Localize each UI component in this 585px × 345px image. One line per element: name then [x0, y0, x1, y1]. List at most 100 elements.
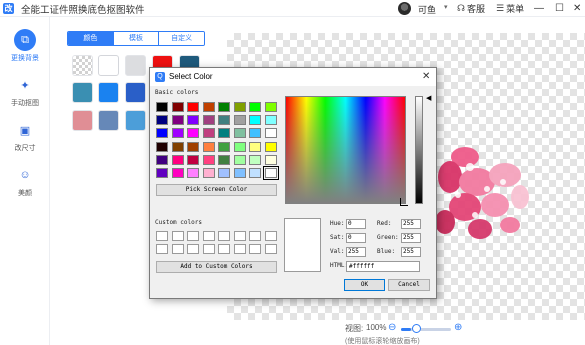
hue-input[interactable]: 0 — [346, 219, 366, 229]
chevron-down-icon[interactable]: ▾ — [444, 3, 448, 11]
color-swatch[interactable] — [125, 82, 146, 103]
basic-color-cell[interactable] — [187, 102, 199, 112]
basic-color-cell[interactable] — [233, 102, 246, 112]
basic-color-cell[interactable] — [218, 141, 230, 152]
basic-color-cell[interactable] — [249, 115, 261, 126]
basic-color-cell[interactable] — [202, 168, 215, 178]
zoom-in-icon[interactable]: ⊕ — [454, 322, 462, 333]
sidebar-item-beauty[interactable]: ☺ 美颜 — [0, 164, 50, 204]
close-icon[interactable]: ✕ — [422, 71, 430, 82]
basic-color-cell[interactable] — [264, 154, 277, 165]
basic-color-cell[interactable] — [156, 154, 168, 165]
color-swatch[interactable] — [98, 55, 119, 76]
basic-color-cell[interactable] — [202, 154, 215, 165]
basic-color-cell[interactable] — [187, 141, 199, 152]
basic-color-cell[interactable] — [264, 141, 277, 152]
green-input[interactable]: 255 — [401, 233, 421, 243]
basic-color-cell[interactable] — [171, 102, 184, 112]
custom-color-cell[interactable] — [218, 244, 230, 254]
basic-color-cell[interactable] — [262, 166, 279, 180]
basic-color-cell[interactable] — [156, 102, 168, 112]
sidebar-item-resize[interactable]: ▣ 改尺寸 — [0, 119, 50, 159]
basic-color-cell[interactable] — [233, 115, 246, 126]
basic-color-cell[interactable] — [156, 128, 168, 139]
basic-color-cell[interactable] — [202, 141, 215, 152]
window-close-button[interactable]: ✕ — [573, 2, 581, 15]
html-color-input[interactable]: #ffffff — [346, 261, 420, 272]
zoom-slider[interactable] — [401, 328, 451, 331]
sidebar-item-change-background[interactable]: ⧉ 更换背景 — [0, 29, 50, 69]
basic-color-cell[interactable] — [171, 128, 184, 139]
cancel-button[interactable]: Cancel — [388, 279, 430, 291]
service-button[interactable]: ☊ 客服 — [457, 2, 485, 15]
basic-color-cell[interactable] — [218, 154, 230, 165]
basic-color-cell[interactable] — [202, 102, 215, 112]
basic-color-cell[interactable] — [249, 168, 261, 178]
tab-color[interactable]: 颜色 — [68, 32, 114, 45]
basic-color-cell[interactable] — [264, 115, 277, 126]
blue-input[interactable]: 255 — [401, 247, 421, 257]
custom-color-cell[interactable] — [264, 231, 277, 241]
basic-color-cell[interactable] — [264, 102, 277, 112]
tab-custom[interactable]: 自定义 — [159, 32, 204, 45]
pick-screen-color-button[interactable]: Pick Screen Color — [156, 184, 277, 196]
custom-color-cell[interactable] — [218, 231, 230, 241]
menu-button[interactable]: ☰ 菜单 — [496, 2, 524, 15]
basic-color-cell[interactable] — [218, 128, 230, 139]
maximize-button[interactable]: ☐ — [555, 2, 564, 15]
basic-color-cell[interactable] — [171, 141, 184, 152]
tab-template[interactable]: 模板 — [113, 32, 160, 45]
basic-color-cell[interactable] — [156, 168, 168, 178]
basic-color-cell[interactable] — [218, 168, 230, 178]
ok-button[interactable]: OK — [344, 279, 385, 291]
color-swatch[interactable] — [98, 110, 119, 131]
custom-color-cell[interactable] — [233, 244, 246, 254]
color-swatch[interactable] — [125, 110, 146, 131]
zoom-slider-thumb[interactable] — [412, 324, 421, 333]
basic-color-cell[interactable] — [233, 128, 246, 139]
basic-color-cell[interactable] — [233, 168, 246, 178]
basic-color-cell[interactable] — [187, 115, 199, 126]
custom-color-cell[interactable] — [249, 231, 261, 241]
custom-color-cell[interactable] — [233, 231, 246, 241]
basic-color-cell[interactable] — [264, 128, 277, 139]
color-swatch[interactable] — [72, 110, 93, 131]
user-avatar[interactable] — [398, 2, 411, 15]
basic-color-cell[interactable] — [249, 154, 261, 165]
color-swatch[interactable] — [72, 82, 93, 103]
basic-color-cell[interactable] — [233, 141, 246, 152]
basic-color-cell[interactable] — [187, 154, 199, 165]
basic-color-cell[interactable] — [249, 141, 261, 152]
color-spectrum[interactable] — [285, 96, 406, 204]
basic-color-cell[interactable] — [202, 115, 215, 126]
luminance-arrow-icon[interactable]: ◀ — [426, 94, 431, 102]
basic-color-cell[interactable] — [233, 154, 246, 165]
basic-color-cell[interactable] — [187, 128, 199, 139]
basic-color-cell[interactable] — [218, 115, 230, 126]
basic-color-cell[interactable] — [156, 115, 168, 126]
basic-color-cell[interactable] — [187, 168, 199, 178]
basic-color-cell[interactable] — [218, 102, 230, 112]
basic-color-cell[interactable] — [249, 102, 261, 112]
basic-color-cell[interactable] — [202, 128, 215, 139]
custom-color-cell[interactable] — [156, 244, 168, 254]
sidebar-item-manual-cutout[interactable]: ✦ 手动抠图 — [0, 74, 50, 114]
custom-color-cell[interactable] — [202, 244, 215, 254]
custom-color-cell[interactable] — [187, 231, 199, 241]
add-to-custom-colors-button[interactable]: Add to Custom Colors — [156, 261, 277, 273]
custom-color-cell[interactable] — [202, 231, 215, 241]
luminance-slider[interactable] — [415, 96, 423, 204]
zoom-out-icon[interactable]: ⊖ — [388, 322, 396, 333]
basic-color-cell[interactable] — [171, 154, 184, 165]
basic-color-cell[interactable] — [249, 128, 261, 139]
custom-color-cell[interactable] — [171, 244, 184, 254]
user-name[interactable]: 可鱼 — [418, 3, 436, 16]
custom-color-cell[interactable] — [249, 244, 261, 254]
basic-color-cell[interactable] — [156, 141, 168, 152]
minimize-button[interactable]: — — [534, 2, 544, 15]
custom-color-cell[interactable] — [171, 231, 184, 241]
custom-color-cell[interactable] — [187, 244, 199, 254]
custom-color-cell[interactable] — [156, 231, 168, 241]
custom-color-cell[interactable] — [264, 244, 277, 254]
val-input[interactable]: 255 — [346, 247, 366, 257]
